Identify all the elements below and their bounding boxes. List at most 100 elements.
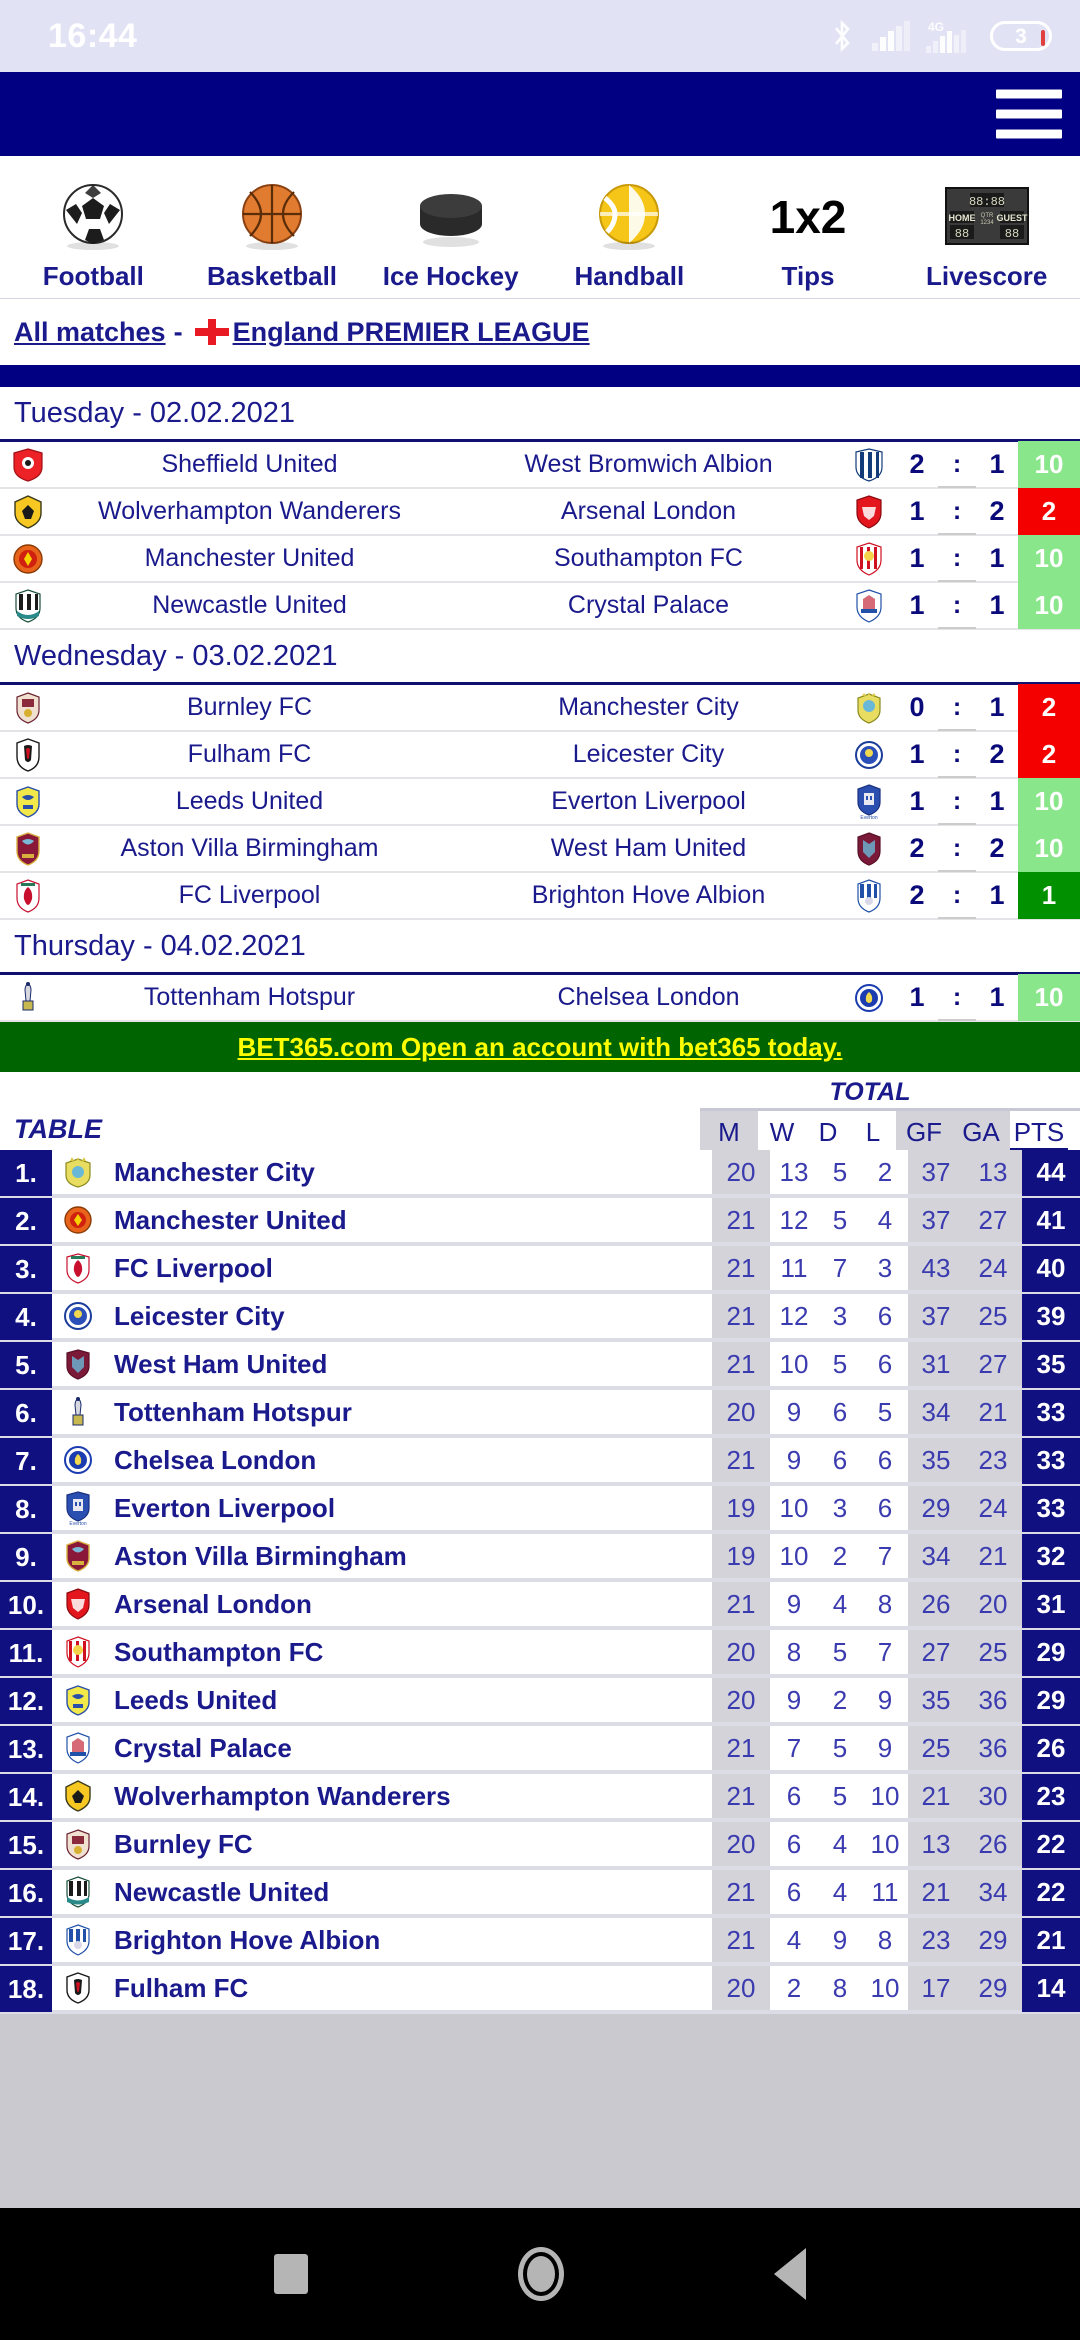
standings-draws: 3 — [818, 1294, 862, 1340]
standings-draws: 9 — [818, 1918, 862, 1964]
standings-matches-played: 20 — [712, 1150, 770, 1196]
standings-team-name: Aston Villa Birmingham — [104, 1534, 712, 1580]
team-crest-icon — [52, 1246, 104, 1292]
standings-row[interactable]: 4. Leicester City 21 12 3 6 37 25 39 — [0, 1294, 1080, 1342]
score-separator: : — [938, 488, 976, 535]
standings-row[interactable]: 10. Arsenal London 21 9 4 8 26 20 31 — [0, 1582, 1080, 1630]
standings-losses: 3 — [862, 1246, 908, 1292]
breadcrumb-league[interactable]: England PREMIER LEAGUE — [233, 317, 590, 348]
home-team-logo-sheffield-united — [0, 447, 56, 482]
standings-row[interactable]: 15. Burnley FC 20 6 4 10 13 26 22 — [0, 1822, 1080, 1870]
match-odds[interactable]: 10 — [1018, 582, 1080, 629]
standings-row[interactable]: 17. Brighton Hove Albion 21 4 9 8 23 29 21 — [0, 1918, 1080, 1966]
breadcrumb-all-matches[interactable]: All matches — [14, 317, 166, 348]
standings-rank: 1. — [0, 1150, 52, 1196]
standings-draws: 5 — [818, 1774, 862, 1820]
standings-draws: 6 — [818, 1390, 862, 1436]
standings-points: 22 — [1022, 1870, 1080, 1916]
match-row[interactable]: Sheffield United West Bromwich Albion 2 … — [0, 441, 1080, 489]
sports-nav-item-ice-hockey[interactable]: Ice Hockey — [361, 156, 540, 298]
standings-goals-for: 21 — [908, 1870, 964, 1916]
standings-row[interactable]: 6. Tottenham Hotspur 20 9 6 5 34 21 33 — [0, 1390, 1080, 1438]
standings-points: 21 — [1022, 1918, 1080, 1964]
standings-goals-against: 25 — [964, 1630, 1022, 1676]
match-row[interactable]: Tottenham Hotspur Chelsea London 1 : 1 1… — [0, 974, 1080, 1022]
standings-wins: 13 — [770, 1150, 818, 1196]
match-row[interactable]: Fulham FC Leicester City 1 : 2 2 — [0, 731, 1080, 779]
standings-wins: 6 — [770, 1870, 818, 1916]
match-row[interactable]: FC Liverpool Brighton Hove Albion 2 : 1 … — [0, 872, 1080, 920]
match-day-title: Thursday - 04.02.2021 — [0, 920, 1080, 975]
circle-home-icon[interactable] — [518, 2247, 564, 2301]
match-odds[interactable]: 10 — [1018, 974, 1080, 1021]
match-odds[interactable]: 2 — [1018, 488, 1080, 535]
sports-nav-item-basketball[interactable]: Basketball — [183, 156, 362, 298]
standings-losses: 6 — [862, 1342, 908, 1388]
sports-nav-item-livescore[interactable]: 88:88 HOME GUEST QTR 1234 88 88 Livescor… — [897, 156, 1076, 298]
sports-nav-item-football[interactable]: Football — [4, 156, 183, 298]
1x2-icon: 1x2 — [760, 177, 856, 255]
hockey-puck-icon — [413, 177, 489, 255]
standings-row[interactable]: 16. Newcastle United 21 6 4 11 21 34 22 — [0, 1870, 1080, 1918]
home-team-name: FC Liverpool — [178, 881, 321, 909]
match-row[interactable]: Manchester United Southampton FC 1 : 1 1… — [0, 535, 1080, 583]
standings-draws: 3 — [818, 1486, 862, 1532]
match-odds[interactable]: 10 — [1018, 778, 1080, 825]
sports-nav-item-handball[interactable]: Handball — [540, 156, 719, 298]
match-row[interactable]: Leeds United Everton Liverpool Everton 1… — [0, 778, 1080, 826]
standings-row[interactable]: 12. Leeds United 20 9 2 9 35 36 29 — [0, 1678, 1080, 1726]
match-odds[interactable]: 1 — [1018, 872, 1080, 919]
standings-wins: 9 — [770, 1582, 818, 1628]
hamburger-bar — [996, 109, 1062, 119]
match-odds[interactable]: 2 — [1018, 684, 1080, 731]
standings-goals-for: 37 — [908, 1198, 964, 1244]
svg-text:4G: 4G — [928, 20, 944, 34]
score-separator: : — [938, 825, 976, 872]
standings-points: 33 — [1022, 1486, 1080, 1532]
match-row[interactable]: Wolverhampton Wanderers Arsenal London 1… — [0, 488, 1080, 536]
standings-row[interactable]: 5. West Ham United 21 10 5 6 31 27 35 — [0, 1342, 1080, 1390]
standings-losses: 7 — [862, 1534, 908, 1580]
home-team-name: Manchester United — [144, 544, 355, 572]
standings-row[interactable]: 8. Everton Everton Liverpool 19 10 3 6 29 24 33 — [0, 1486, 1080, 1534]
column-header-gf: GF — [896, 1111, 952, 1150]
hamburger-menu-icon[interactable] — [996, 89, 1062, 139]
standings-goals-against: 34 — [964, 1870, 1022, 1916]
standings-row[interactable]: 13. Crystal Palace 21 7 5 9 25 36 26 — [0, 1726, 1080, 1774]
match-row[interactable]: Aston Villa Birmingham West Ham United 2… — [0, 825, 1080, 873]
standings-rank: 14. — [0, 1774, 52, 1820]
standings-draws: 7 — [818, 1246, 862, 1292]
home-score: 2 — [909, 880, 925, 910]
standings-row[interactable]: 7. Chelsea London 21 9 6 6 35 23 33 — [0, 1438, 1080, 1486]
bet365-banner[interactable]: BET365.com Open an account with bet365 t… — [0, 1022, 1080, 1072]
standings-row[interactable]: 1. Manchester City 20 13 5 2 37 13 44 — [0, 1150, 1080, 1198]
match-row[interactable]: Newcastle United Crystal Palace 1 : 1 10 — [0, 582, 1080, 630]
standings-wins: 9 — [770, 1390, 818, 1436]
standings-goals-for: 23 — [908, 1918, 964, 1964]
home-score: 1 — [909, 590, 925, 620]
standings-wins: 9 — [770, 1438, 818, 1484]
match-odds[interactable]: 10 — [1018, 441, 1080, 488]
score-separator: : — [938, 441, 976, 488]
match-row[interactable]: Burnley FC Manchester City 0 : 1 2 — [0, 684, 1080, 732]
standings-row[interactable]: 9. Aston Villa Birmingham 19 10 2 7 34 21 32 — [0, 1534, 1080, 1582]
away-team-logo-everton: Everton — [842, 783, 896, 820]
standings-row[interactable]: 18. Fulham FC 20 2 8 10 17 29 14 — [0, 1966, 1080, 2014]
standings-row[interactable]: 2. Manchester United 21 12 5 4 37 27 41 — [0, 1198, 1080, 1246]
svg-text:Everton: Everton — [69, 1521, 86, 1525]
match-odds[interactable]: 10 — [1018, 825, 1080, 872]
sports-nav-item-tips[interactable]: 1x2 Tips — [719, 156, 898, 298]
home-team-name: Sheffield United — [161, 450, 338, 478]
match-odds[interactable]: 10 — [1018, 535, 1080, 582]
square-recents-icon[interactable] — [274, 2254, 308, 2294]
match-list: Tuesday - 02.02.2021 Sheffield United We… — [0, 387, 1080, 1022]
team-crest-icon — [52, 1678, 104, 1724]
standings-row[interactable]: 3. FC Liverpool 21 11 7 3 43 24 40 — [0, 1246, 1080, 1294]
standings-losses: 6 — [862, 1438, 908, 1484]
match-odds[interactable]: 2 — [1018, 731, 1080, 778]
standings-points: 29 — [1022, 1678, 1080, 1724]
standings-row[interactable]: 14. Wolverhampton Wanderers 21 6 5 10 21 30 23 — [0, 1774, 1080, 1822]
triangle-back-icon[interactable] — [774, 2248, 806, 2300]
standings-row[interactable]: 11. Southampton FC 20 8 5 7 27 25 29 — [0, 1630, 1080, 1678]
standings-goals-for: 31 — [908, 1342, 964, 1388]
